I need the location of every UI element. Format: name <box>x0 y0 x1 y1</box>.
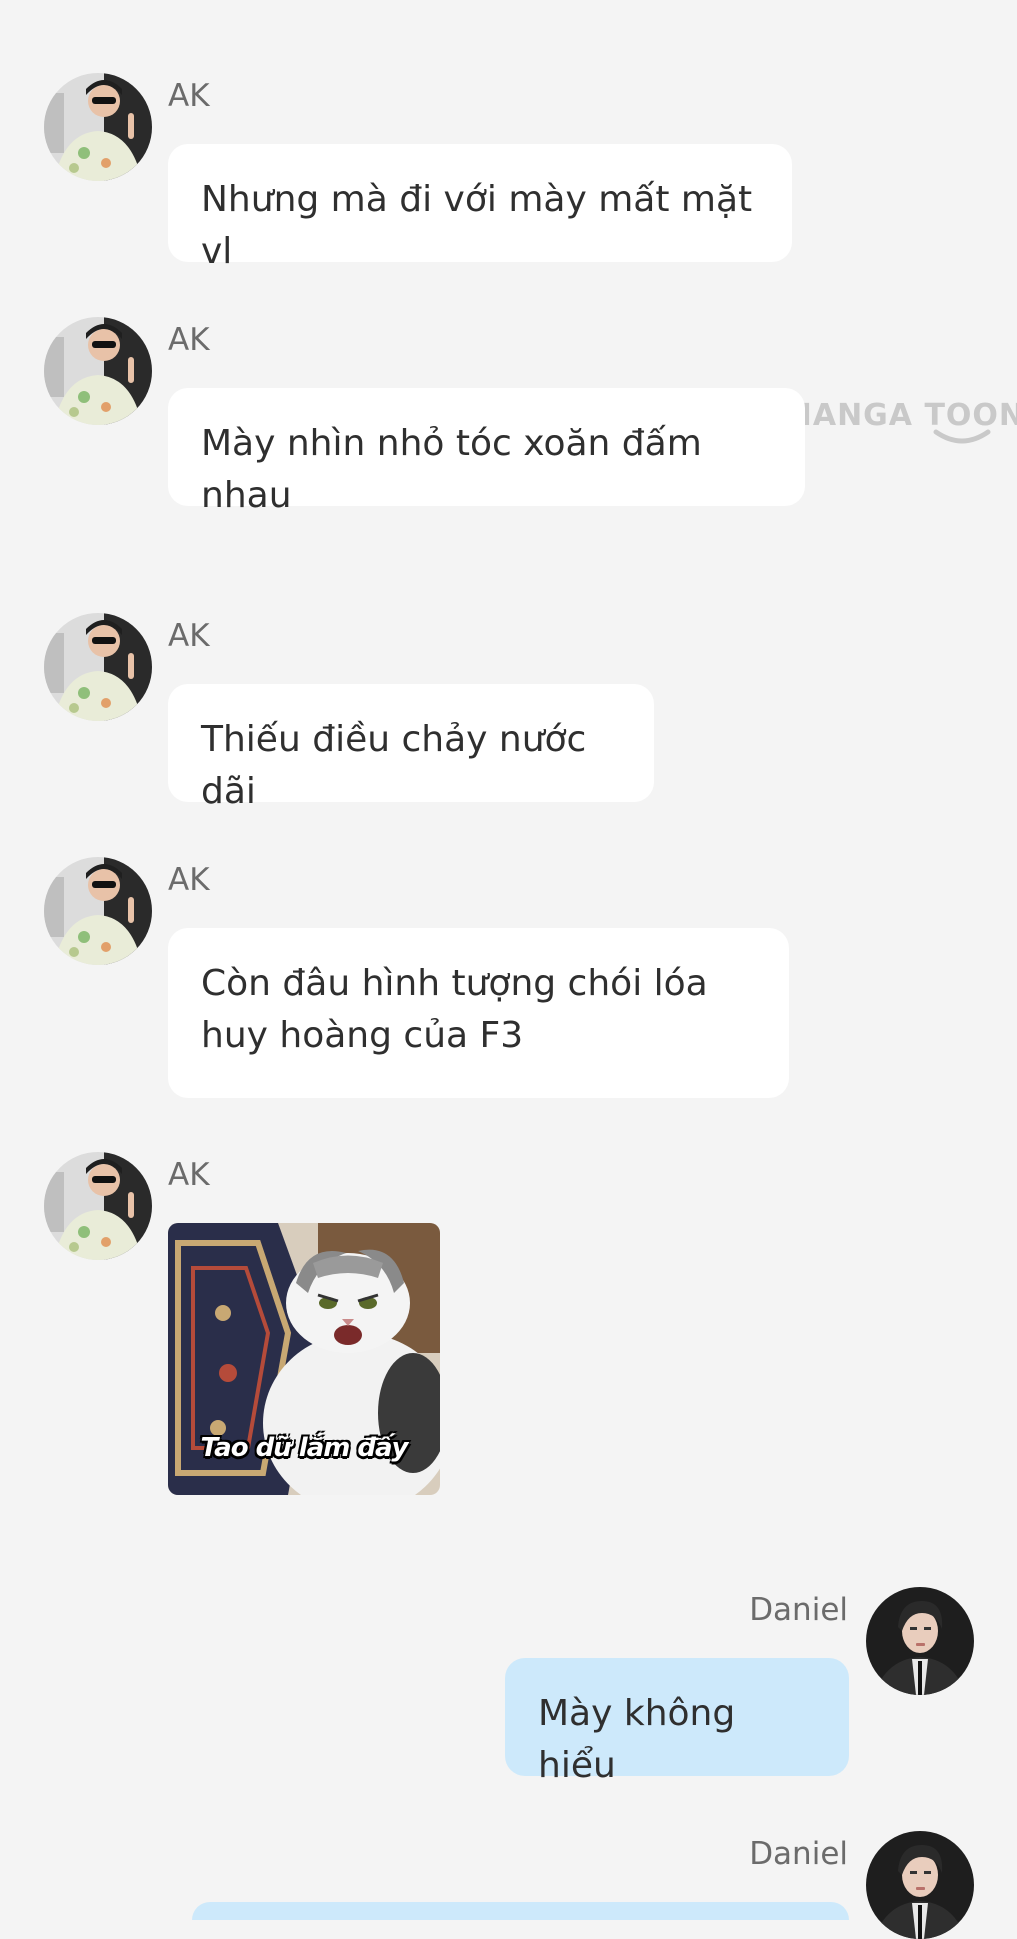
message-bubble[interactable]: Mày không hiểu <box>505 1658 849 1786</box>
sender-name: Daniel <box>749 1836 848 1872</box>
sender-name: AK <box>168 78 210 114</box>
avatar-ak[interactable] <box>44 73 152 181</box>
avatar-daniel[interactable] <box>866 1831 974 1939</box>
ak-avatar-icon <box>44 1152 152 1260</box>
ak-avatar-icon <box>44 73 152 181</box>
ak-avatar-icon <box>44 857 152 965</box>
daniel-avatar-icon <box>866 1587 974 1695</box>
message-bubble[interactable]: Nhưng mà đi với mày mất mặt vl <box>168 144 792 272</box>
sender-name: AK <box>168 1157 210 1193</box>
ak-avatar-icon <box>44 317 152 425</box>
message-bubble[interactable]: Thiếu điều chảy nước dãi <box>168 684 654 812</box>
message-text: Nhưng mà đi với mày mất mặt vl <box>201 179 753 272</box>
sender-name: AK <box>168 322 210 358</box>
message-text: Còn đâu hình tượng chói lóa huy hoàng củ… <box>201 963 708 1056</box>
avatar-ak[interactable] <box>44 613 152 721</box>
sticker-message[interactable]: Tao dữ lắm đấy <box>168 1223 440 1495</box>
sender-name: AK <box>168 618 210 654</box>
avatar-ak[interactable] <box>44 857 152 965</box>
avatar-ak[interactable] <box>44 1152 152 1260</box>
sticker-caption: Tao dữ lắm đấy <box>200 1433 409 1463</box>
message-bubble[interactable] <box>192 1902 849 1920</box>
message-text: Mày không hiểu <box>538 1693 736 1786</box>
sender-name: AK <box>168 862 210 898</box>
daniel-avatar-icon <box>866 1831 974 1939</box>
message-text: Mày nhìn nhỏ tóc xoăn đấm nhau <box>201 423 702 516</box>
sender-name: Daniel <box>749 1592 848 1628</box>
message-bubble[interactable]: Mày nhìn nhỏ tóc xoăn đấm nhau <box>168 388 805 516</box>
smile-icon <box>933 429 991 444</box>
message-bubble[interactable]: Còn đâu hình tượng chói lóa huy hoàng củ… <box>168 928 789 1098</box>
ak-avatar-icon <box>44 613 152 721</box>
chat-thread[interactable]: MANGA TOON AK Nhưng mà đi với mày mất mặ… <box>0 0 1017 1939</box>
avatar-ak[interactable] <box>44 317 152 425</box>
mangatoon-watermark: MANGA TOON <box>782 398 1017 450</box>
message-text: Thiếu điều chảy nước dãi <box>201 719 587 812</box>
avatar-daniel[interactable] <box>866 1587 974 1695</box>
